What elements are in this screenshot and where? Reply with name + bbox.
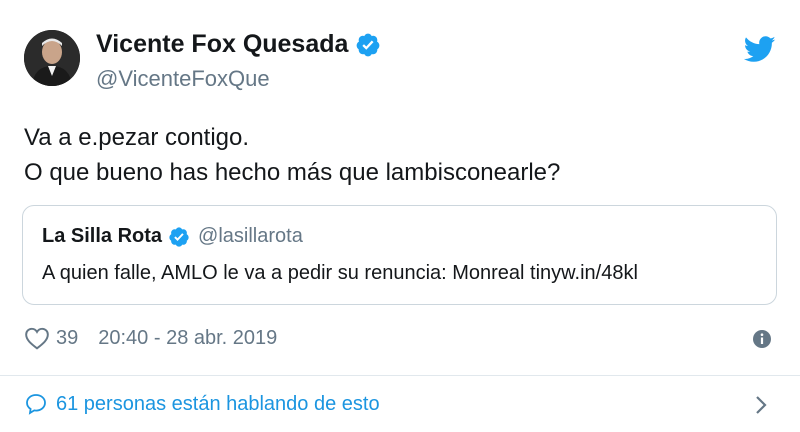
author-name[interactable]: Vicente Fox Quesada [96,30,348,59]
conversation-link[interactable]: 61 personas están hablando de esto [24,392,380,416]
verified-badge-icon [169,226,189,247]
chevron-right-icon[interactable] [752,394,770,416]
tweet-meta: 39 20:40 - 28 abr. 2019 [24,326,277,350]
tweet-timestamp[interactable]: 20:40 - 28 abr. 2019 [98,327,277,350]
like-count[interactable]: 39 [56,327,78,350]
quoted-author-name: La Silla Rota [42,225,163,247]
verified-badge-icon [357,33,380,56]
author-name-row: Vicente Fox Quesada [96,30,381,59]
tweet-text: Va a e.pezar contigo. O que bueno has he… [24,120,560,190]
quoted-author-handle: @lasillarota [198,225,303,247]
speech-bubble-icon [26,394,46,415]
info-icon[interactable] [752,329,772,349]
tweet-card: Vicente Fox Quesada @VicenteFoxQue Va a … [0,0,800,432]
avatar[interactable] [24,30,80,86]
heart-icon[interactable] [24,326,50,350]
twitter-bird-icon[interactable] [744,36,776,63]
tweet-text-line: Va a e.pezar contigo. [24,124,250,151]
quoted-tweet-header: La Silla Rota @lasillarota [42,225,303,248]
quoted-tweet[interactable]: La Silla Rota @lasillarota A quien falle… [22,205,777,305]
author-handle[interactable]: @VicenteFoxQue [96,66,270,92]
divider [0,375,800,376]
conversation-label: 61 personas están hablando de esto [56,392,380,415]
tweet-text-line: O que bueno has hecho más que lambiscone… [24,159,561,186]
quoted-tweet-text: A quien falle, AMLO le va a pedir su ren… [42,262,638,284]
